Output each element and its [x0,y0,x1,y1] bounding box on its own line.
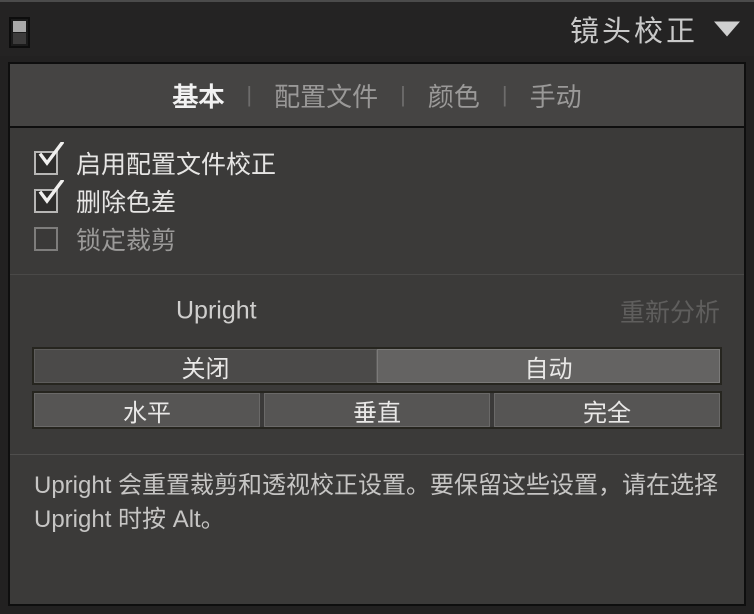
upright-mode-vertical-button[interactable]: 垂直 [264,393,490,427]
checkbox-label-constrain-crop: 锁定裁剪 [76,227,177,255]
check-icon [38,180,64,204]
panel-bottom-space [10,540,744,604]
tab-basic[interactable]: 基本 [150,77,246,114]
checkbox-label-enable-profile-correction: 启用配置文件校正 [76,151,277,179]
tab-manual[interactable]: 手动 [508,77,604,114]
tab-bar: 基本 | 配置文件 | 颜色 | 手动 [10,64,744,128]
check-icon [38,142,64,166]
reanalyze-button[interactable]: 重新分析 [620,293,720,329]
tab-color[interactable]: 颜色 [406,77,502,114]
description-line-1: Upright 会重置裁剪和透视校正设置。要保留这些设置，请在选择 [34,472,719,499]
checkbox-row-enable-profile-correction[interactable]: 启用配置文件校正 [34,142,744,182]
upright-mode-secondary-group: 水平 垂直 完全 [32,391,722,429]
description-line-2: Upright 时按 Alt。 [34,506,225,534]
panel-header: 镜头校正 [0,0,754,56]
panel-toggle-lower [13,33,26,44]
panel-body: 基本 | 配置文件 | 颜色 | 手动 启用配置文件校正 删除色差 锁定裁剪 U… [8,62,746,606]
checkbox-enable-profile-correction[interactable] [34,142,64,175]
upright-mode-primary-group: 关闭 自动 [32,347,722,385]
checkbox-row-constrain-crop[interactable]: 锁定裁剪 [34,220,744,258]
checkbox-row-remove-chromatic-aberration[interactable]: 删除色差 [34,180,744,220]
upright-header: Upright 重新分析 [10,275,744,347]
upright-title: Upright [176,296,257,325]
tab-profile[interactable]: 配置文件 [252,77,400,114]
upright-mode-off-button[interactable]: 关闭 [34,349,377,383]
upright-mode-level-button[interactable]: 水平 [34,393,260,427]
page-title: 镜头校正 [569,16,698,48]
checkbox-remove-chromatic-aberration[interactable] [34,180,64,213]
upright-description: Upright 会重置裁剪和透视校正设置。要保留这些设置，请在选择 Uprigh… [10,455,744,537]
checkbox-group: 启用配置文件校正 删除色差 锁定裁剪 [10,128,744,275]
checkbox-label-remove-chromatic-aberration: 删除色差 [76,189,177,217]
checkbox-constrain-crop[interactable] [34,227,58,251]
triangle-down-icon[interactable] [714,21,740,37]
panel-toggle-upper [13,21,26,32]
upright-mode-auto-button[interactable]: 自动 [377,349,720,383]
panel-toggle-icon[interactable] [9,17,30,48]
upright-mode-full-button[interactable]: 完全 [494,393,720,427]
lens-correction-panel: 镜头校正 基本 | 配置文件 | 颜色 | 手动 启用配置文件校正 删除色差 锁… [0,0,754,614]
